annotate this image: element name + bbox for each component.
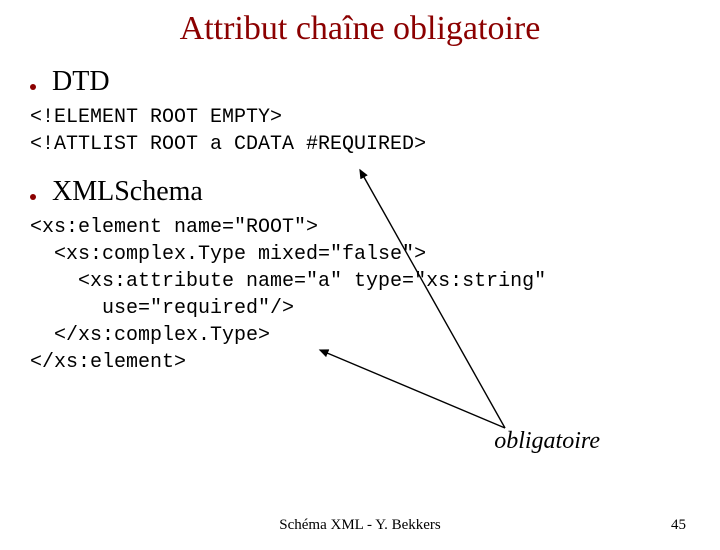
bullet-dot-icon <box>30 84 36 90</box>
annotation-obligatoire: obligatoire <box>494 428 600 455</box>
bullet-xmlschema: XMLSchema <box>30 176 720 208</box>
page-number: 45 <box>671 517 686 534</box>
bullet-dtd-label: DTD <box>52 66 110 98</box>
bullet-dot-icon <box>30 194 36 200</box>
bullet-xmlschema-label: XMLSchema <box>52 176 203 208</box>
bullet-dtd: DTD <box>30 66 720 98</box>
footer-text: Schéma XML - Y. Bekkers <box>0 517 720 534</box>
code-dtd: <!ELEMENT ROOT EMPTY> <!ATTLIST ROOT a C… <box>30 104 720 158</box>
code-xmlschema: <xs:element name="ROOT"> <xs:complex.Typ… <box>30 214 720 376</box>
slide-title: Attribut chaîne obligatoire <box>0 10 720 48</box>
